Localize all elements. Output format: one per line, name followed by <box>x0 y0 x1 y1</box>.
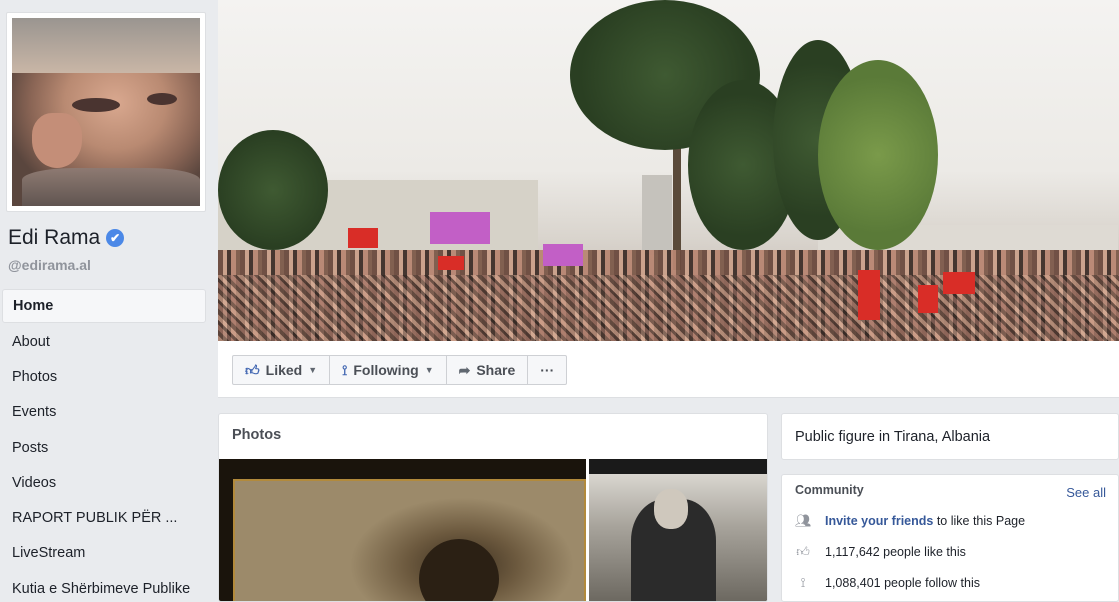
category-location-text: Public figure in Tirana, Albania <box>795 429 991 445</box>
nav-item-photos[interactable]: Photos <box>2 359 206 394</box>
follows-count-row: ⟟ 1,088,401 people follow this <box>795 573 980 593</box>
verified-badge-icon: ✔ <box>106 229 125 247</box>
follows-count: 1,088,401 people follow this <box>825 576 980 590</box>
cover-flag <box>918 285 938 313</box>
chevron-down-icon: ▼ <box>308 365 318 375</box>
profile-picture[interactable] <box>6 12 206 212</box>
share-button[interactable]: ➦ Share <box>447 356 529 384</box>
cover-flag <box>430 212 490 244</box>
cover-tree <box>818 60 938 250</box>
community-title: Community <box>795 483 864 497</box>
invite-friends-link[interactable]: Invite your friends <box>825 514 933 528</box>
nav-item-livestream[interactable]: LiveStream <box>2 536 206 571</box>
page-title[interactable]: Edi Rama ✔ <box>8 226 125 250</box>
cover-flag <box>858 270 880 320</box>
photos-card-title[interactable]: Photos <box>232 427 281 443</box>
rss-icon: ⟟ <box>800 575 806 590</box>
cover-crowd <box>218 275 1119 341</box>
about-summary-card: Public figure in Tirana, Albania <box>781 413 1119 460</box>
photos-card: Photos <box>218 413 768 602</box>
cover-flag <box>943 272 975 294</box>
nav-item-kutia-sherbimeve[interactable]: Kutia e Shërbimeve Publike <box>2 571 206 602</box>
invite-text: Invite your friends to like this Page <box>825 514 1025 528</box>
left-sidebar: Edi Rama ✔ @edirama.al Home About Photos… <box>0 0 218 602</box>
page-name-text[interactable]: Edi Rama <box>8 226 100 250</box>
nav-item-events[interactable]: Events <box>2 395 206 430</box>
more-options-button[interactable]: ··· <box>528 356 566 384</box>
page-username[interactable]: @edirama.al <box>8 257 91 273</box>
page-action-bar: 👍︎ Liked ▼ ⟟ Following ▼ ➦ Share ··· <box>218 341 1119 398</box>
invite-suffix: to like this Page <box>933 514 1026 528</box>
page-nav: Home About Photos Events Posts Videos RA… <box>2 289 206 602</box>
cover-flag <box>348 228 378 248</box>
photo-thumbnail[interactable] <box>219 459 586 601</box>
share-arrow-icon: ➦ <box>458 361 471 378</box>
thumbs-up-icon: 👍︎ <box>796 544 810 559</box>
photo-thumbnail[interactable] <box>589 459 767 601</box>
cover-photo[interactable] <box>218 0 1119 341</box>
profile-photo <box>12 18 200 206</box>
following-button[interactable]: ⟟ Following ▼ <box>330 356 447 384</box>
liked-label: Liked <box>265 362 303 378</box>
cover-tower <box>642 175 672 255</box>
nav-item-videos[interactable]: Videos <box>2 465 206 500</box>
page-action-buttons: 👍︎ Liked ▼ ⟟ Following ▼ ➦ Share ··· <box>232 355 568 385</box>
people-icon: 👥︎ <box>795 513 812 528</box>
nav-item-about[interactable]: About <box>2 324 206 359</box>
nav-item-home[interactable]: Home <box>2 289 206 323</box>
liked-button[interactable]: 👍︎ Liked ▼ <box>233 356 331 384</box>
invite-friends-row: 👥︎ Invite your friends to like this Page <box>795 511 1025 531</box>
likes-count-row: 👍︎ 1,117,642 people like this <box>795 542 966 562</box>
following-label: Following <box>353 362 419 378</box>
nav-item-raport-publik[interactable]: RAPORT PUBLIK PËR ... <box>2 500 206 535</box>
cover-tree <box>218 130 328 250</box>
more-options-icon: ··· <box>540 362 555 378</box>
rss-icon: ⟟ <box>342 361 348 378</box>
cover-flag <box>543 244 583 266</box>
community-card: Community See all 👥︎ Invite your friends… <box>781 474 1119 602</box>
cover-flag <box>438 256 464 270</box>
thumbs-up-icon: 👍︎ <box>245 361 260 378</box>
likes-count: 1,117,642 people like this <box>825 545 966 559</box>
share-label: Share <box>476 362 516 378</box>
see-all-link[interactable]: See all <box>1066 485 1106 500</box>
chevron-down-icon: ▼ <box>424 365 434 375</box>
nav-item-posts[interactable]: Posts <box>2 430 206 465</box>
